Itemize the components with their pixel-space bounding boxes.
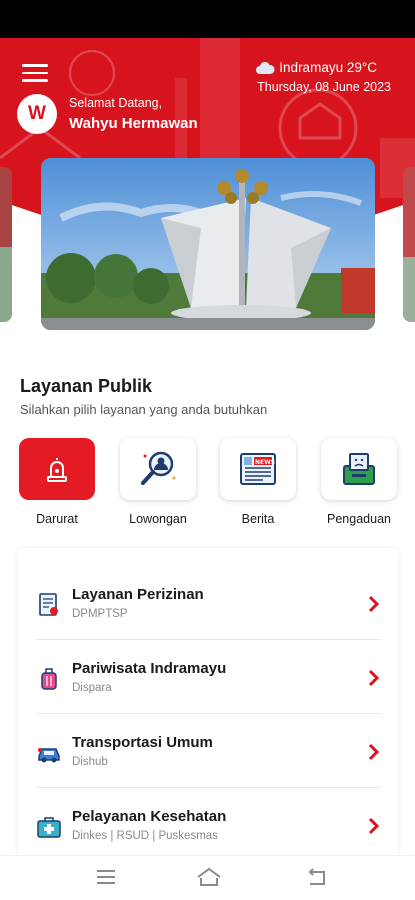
section-subtitle: Silahkan pilih layanan yang anda butuhka…: [20, 402, 268, 417]
car-icon: [36, 740, 62, 766]
list-item-transportasi[interactable]: Transportasi Umum Dishub: [36, 718, 381, 792]
divider: [36, 713, 381, 714]
banner-image[interactable]: [41, 158, 375, 330]
list-item-title: Layanan Perizinan: [72, 586, 204, 603]
newspaper-icon: NEWS: [240, 453, 276, 485]
list-item-subtitle: Dinkes | RSUD | Puskesmas: [72, 830, 218, 842]
date-text: Thursday, 08 June 2023: [257, 80, 391, 94]
svg-text:NEWS: NEWS: [255, 459, 275, 466]
siren-icon: [47, 458, 67, 482]
service-label: Pengaduan: [327, 512, 391, 526]
carousel-next-card[interactable]: [403, 167, 415, 322]
avatar[interactable]: W: [17, 94, 57, 134]
service-label: Berita: [241, 512, 275, 526]
cloud-icon: [256, 61, 275, 74]
service-berita[interactable]: NEWS Berita: [220, 438, 296, 526]
menu-icon[interactable]: [22, 64, 48, 84]
divider: [36, 787, 381, 788]
system-navbar: [0, 855, 415, 900]
service-lowongan[interactable]: Lowongan: [120, 438, 196, 526]
service-label: Lowongan: [129, 512, 187, 526]
document-permit-icon: [36, 592, 62, 618]
chevron-right-icon: [368, 743, 380, 761]
username: Wahyu Hermawan: [69, 115, 198, 132]
complaint-box-icon: [343, 453, 375, 485]
service-label: Darurat: [36, 512, 78, 526]
list-item-title: Pelayanan Kesehatan: [72, 808, 227, 825]
divider: [36, 639, 381, 640]
list-item-kesehatan[interactable]: Pelayanan Kesehatan Dinkes | RSUD | Pusk…: [36, 792, 381, 858]
carousel-prev-card[interactable]: [0, 167, 12, 322]
list-item-title: Transportasi Umum: [72, 734, 213, 751]
chevron-right-icon: [368, 595, 380, 613]
back-icon[interactable]: [305, 866, 329, 888]
service-pengaduan[interactable]: Pengaduan: [321, 438, 397, 526]
recent-apps-icon[interactable]: [94, 866, 118, 888]
chevron-right-icon: [368, 817, 380, 835]
list-item-title: Pariwisata Indramayu: [72, 660, 227, 677]
list-item-perizinan[interactable]: Layanan Perizinan DPMPTSP: [36, 570, 381, 644]
job-search-icon: [141, 451, 176, 485]
list-item-subtitle: Dispara: [72, 682, 112, 694]
chevron-right-icon: [368, 669, 380, 687]
service-darurat[interactable]: Darurat: [19, 438, 95, 526]
list-item-pariwisata[interactable]: Pariwisata Indramayu Dispara: [36, 644, 381, 718]
list-item-subtitle: Dishub: [72, 756, 108, 768]
weather-text: Indramayu 29°C: [279, 60, 377, 75]
luggage-icon: [36, 666, 62, 692]
home-icon[interactable]: [195, 866, 223, 888]
greeting-text: Selamat Datang,: [69, 96, 163, 110]
section-title: Layanan Publik: [20, 376, 153, 396]
medical-kit-icon: [36, 814, 62, 840]
weather-info: Indramayu 29°C: [255, 60, 377, 75]
service-list: Layanan Perizinan DPMPTSP Pariwisata Ind…: [18, 548, 398, 858]
status-bar: [0, 0, 415, 38]
list-item-subtitle: DPMPTSP: [72, 608, 128, 620]
